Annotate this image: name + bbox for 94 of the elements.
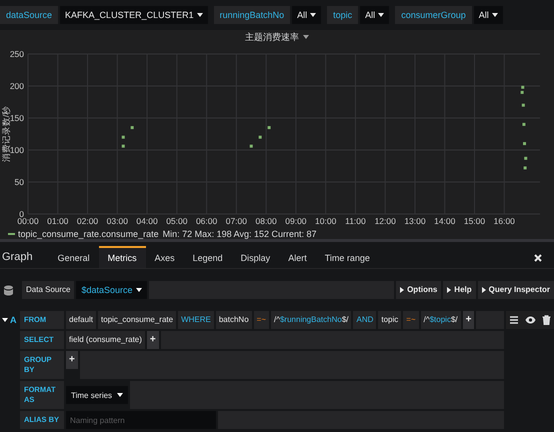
y-tick-label: 200: [10, 81, 24, 91]
x-tick-label: 16:00: [494, 216, 515, 226]
caret-icon: [492, 13, 498, 17]
toolbar-button[interactable]: Options: [396, 281, 442, 299]
y-tick-label: 0: [19, 209, 24, 219]
variable-label: dataSource: [0, 6, 58, 24]
y-tick-label: 250: [10, 49, 24, 59]
caret-icon: [196, 13, 203, 17]
x-tick-label: 08:00: [256, 216, 277, 226]
variable-dropdown[interactable]: All: [474, 6, 503, 24]
caret-icon: [303, 35, 309, 39]
data-point: [122, 144, 125, 148]
data-point: [520, 90, 524, 94]
editor-title: Graph: [2, 250, 33, 265]
x-tick-label: 10:00: [315, 216, 336, 226]
variable-dropdown[interactable]: All: [360, 6, 390, 24]
add-button[interactable]: +: [462, 311, 474, 329]
database-icon: [3, 284, 14, 296]
variable-dropdown[interactable]: All: [292, 6, 322, 24]
caret-icon: [117, 393, 124, 397]
variable-dropdown[interactable]: KAFKA_CLUSTER_CLUSTER1: [60, 6, 208, 24]
add-button[interactable]: +: [146, 331, 159, 349]
x-tick-label: 09:00: [285, 216, 307, 226]
operator-segment[interactable]: =~: [254, 311, 269, 329]
data-point: [258, 136, 262, 139]
data-point: [524, 156, 528, 160]
data-source-dropdown[interactable]: $dataSource: [76, 281, 147, 299]
x-tick-label: 03:00: [106, 216, 128, 226]
x-tick-label: 02:00: [76, 216, 98, 226]
x-tick-label: 06:00: [196, 216, 218, 226]
editor-tab[interactable]: General: [48, 246, 99, 268]
variable-label: topic: [327, 6, 358, 24]
format-dropdown[interactable]: Time series: [66, 386, 128, 404]
legend-stats: Min: 72 Max: 198 Avg: 152 Current: 87: [162, 228, 317, 238]
query-keyword: AND: [353, 311, 376, 329]
legend-series-name[interactable]: topic_consume_rate.consume_rate: [18, 228, 159, 238]
caret-icon: [136, 288, 142, 292]
query-segment[interactable]: batchNo: [216, 311, 252, 329]
alias-input[interactable]: Naming pattern: [66, 411, 216, 429]
y-tick-label: 50: [14, 177, 24, 187]
menu-icon[interactable]: [509, 315, 519, 325]
data-point: [122, 136, 125, 139]
x-tick-label: 07:00: [226, 216, 248, 226]
y-tick-label: 100: [10, 145, 24, 155]
eye-icon[interactable]: [525, 315, 536, 325]
x-tick-label: 13:00: [404, 216, 426, 226]
add-button[interactable]: +: [66, 351, 78, 369]
editor-tab[interactable]: Axes: [146, 246, 184, 268]
query-segment[interactable]: topic: [378, 311, 402, 329]
triangle-right-icon: [447, 287, 452, 293]
data-point: [268, 126, 271, 130]
data-point: [250, 144, 253, 148]
caret-icon: [378, 13, 384, 17]
editor-tab[interactable]: Legend: [184, 246, 232, 268]
data-point: [521, 86, 524, 89]
query-collapse-toggle[interactable]: A: [0, 311, 18, 329]
operator-segment[interactable]: =~: [403, 311, 419, 329]
toolbar-button[interactable]: Query Inspector: [478, 281, 554, 299]
editor-tab[interactable]: Time range: [316, 246, 379, 268]
caret-icon: [2, 318, 8, 322]
regex-segment[interactable]: /^$runningBatchNo$/: [271, 311, 352, 329]
y-tick-label: 150: [10, 113, 24, 123]
variable-label: consumerGroup: [395, 6, 472, 24]
data-point: [522, 122, 526, 126]
data-source-label: Data Source: [22, 281, 74, 299]
editor-tab[interactable]: Metrics: [98, 246, 146, 268]
editor-tab[interactable]: Display: [232, 246, 280, 268]
y-axis-label: 消费记录数/秒: [1, 106, 11, 162]
trash-icon[interactable]: [542, 315, 551, 325]
close-icon[interactable]: [534, 254, 542, 262]
triangle-right-icon: [482, 287, 486, 293]
editor-tab[interactable]: Alert: [279, 246, 316, 268]
panel-title[interactable]: 主题消费速率: [245, 32, 309, 42]
data-point: [522, 104, 525, 107]
toolbar-button[interactable]: Help: [443, 281, 476, 299]
data-point: [524, 166, 527, 170]
caret-icon: [310, 13, 316, 17]
x-tick-label: 12:00: [374, 216, 396, 226]
query-keyword: WHERE: [178, 311, 214, 329]
x-tick-label: 04:00: [136, 216, 158, 226]
regex-segment[interactable]: /^$topic$/: [420, 311, 461, 329]
x-tick-label: 00:00: [17, 216, 39, 226]
query-segment[interactable]: topic_consume_rate: [98, 311, 176, 329]
x-tick-label: 15:00: [464, 216, 486, 226]
variable-label: runningBatchNo: [214, 6, 290, 24]
triangle-right-icon: [400, 287, 404, 293]
data-point: [130, 126, 134, 130]
query-segment[interactable]: default: [66, 311, 96, 329]
query-segment[interactable]: field (consume_rate): [66, 331, 145, 349]
x-tick-label: 01:00: [47, 216, 68, 226]
data-point: [523, 142, 526, 146]
x-tick-label: 05:00: [166, 216, 188, 226]
x-tick-label: 11:00: [345, 216, 366, 226]
x-tick-label: 14:00: [434, 216, 456, 226]
